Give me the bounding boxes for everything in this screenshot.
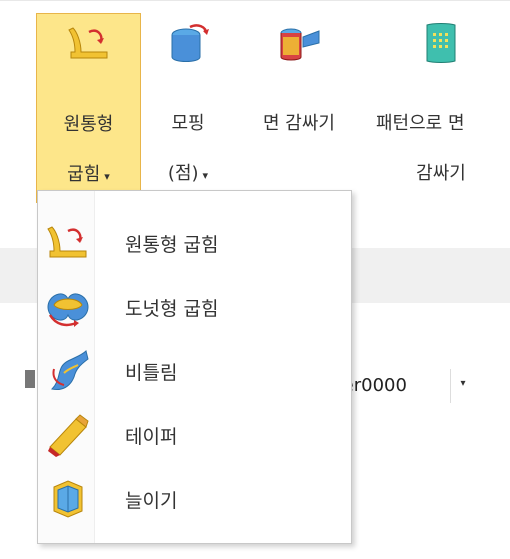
wrap-face-by-pattern-button[interactable]: 패턴으로 면 감싸기 bbox=[372, 13, 510, 203]
layer-select[interactable]: yer0000 ▾ bbox=[330, 365, 490, 407]
cylindrical-bend-button[interactable]: 원통형 굽힘 ▾ bbox=[36, 13, 141, 203]
chevron-down-icon[interactable]: ▾ bbox=[450, 369, 475, 403]
menu-item-label: 원통형 굽힘 bbox=[125, 234, 219, 256]
face-wrap-icon bbox=[280, 28, 320, 61]
menu-item-stretch[interactable]: 늘이기 bbox=[38, 469, 351, 529]
twist-icon bbox=[50, 350, 89, 390]
toroidal-bend-icon bbox=[47, 293, 89, 327]
wrap-face-by-pattern-label-line1: 패턴으로 면 bbox=[376, 113, 465, 134]
wrap-face-by-pattern-icon bbox=[426, 23, 456, 63]
morph-point-icon bbox=[171, 24, 209, 62]
morph-point-label-line1: 모핑 bbox=[171, 113, 205, 134]
morph-point-label-line2: (점) ▾ bbox=[167, 163, 209, 184]
chevron-down-icon: ▾ bbox=[104, 170, 110, 183]
wrap-face-by-pattern-label-line2: 감싸기 bbox=[416, 163, 466, 184]
menu-item-taper[interactable]: 테이퍼 bbox=[38, 405, 351, 465]
menu-item-label: 비틀림 bbox=[125, 362, 178, 384]
menu-item-cylindrical-bend[interactable]: 원통형 굽힘 bbox=[38, 213, 351, 273]
menu-item-twist[interactable]: 비틀림 bbox=[38, 341, 351, 401]
menu-item-toroidal-bend[interactable]: 도넛형 굽힘 bbox=[38, 277, 351, 337]
ribbon-toolbar: 원통형 굽힘 ▾ 모핑 (점) ▾ 면 감싸기 패턴으로 면 감싸기 bbox=[0, 0, 510, 206]
cylindrical-bend-label-line2: 굽힘 ▾ bbox=[67, 164, 110, 185]
face-wrap-label: 면 감싸기 bbox=[263, 113, 335, 134]
cylindrical-bend-icon bbox=[47, 226, 87, 258]
chevron-down-icon: ▾ bbox=[202, 169, 209, 182]
stretch-icon bbox=[53, 480, 83, 518]
taper-icon bbox=[48, 414, 89, 457]
menu-item-label: 도넛형 굽힘 bbox=[125, 298, 219, 320]
layer-icon bbox=[25, 370, 35, 388]
morph-point-button[interactable]: 모핑 (점) ▾ bbox=[148, 13, 228, 203]
menu-item-label: 테이퍼 bbox=[125, 426, 178, 448]
bend-dropdown-menu: 원통형 굽힘 도넛형 굽힘 비틀림 테이퍼 늘이기 bbox=[37, 190, 352, 544]
face-wrap-button[interactable]: 면 감싸기 bbox=[234, 13, 364, 203]
cylindrical-bend-label-line1: 원통형 bbox=[63, 114, 114, 135]
menu-item-label: 늘이기 bbox=[125, 490, 178, 512]
cylindrical-bend-icon bbox=[67, 27, 107, 59]
